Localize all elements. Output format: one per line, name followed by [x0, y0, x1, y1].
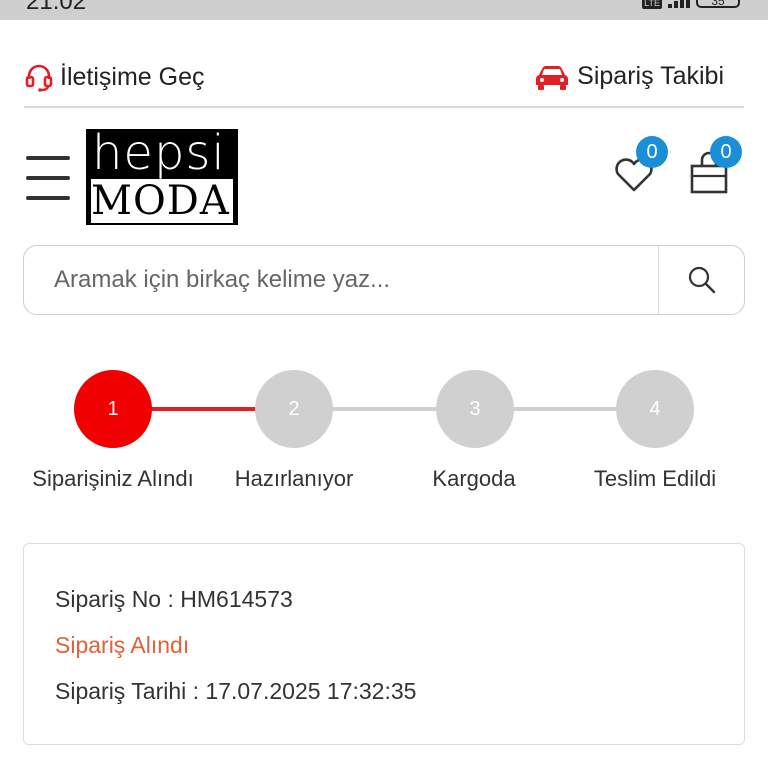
battery-level: 35: [711, 0, 725, 8]
order-status: Sipariş Alındı: [55, 632, 190, 658]
step-connector-3: [512, 407, 618, 411]
search-bar: [23, 245, 745, 315]
battery-icon: 35: [696, 0, 740, 8]
status-time: 21:02: [26, 0, 87, 15]
order-date: Sipariş Tarihi : 17.07.2025 17:32:35: [55, 678, 417, 704]
step-4-label: Teslim Edildi: [593, 466, 717, 491]
favorites-count-badge: 0: [636, 136, 668, 168]
contact-link[interactable]: İletişime Geç: [24, 62, 204, 92]
step-3-circle: 3: [436, 370, 514, 448]
tracking-label: Sipariş Takibi: [577, 62, 724, 90]
contact-label: İletişime Geç: [60, 62, 205, 91]
step-connector-1: [150, 407, 256, 411]
order-summary-card: Sipariş No : HM614573 Sipariş Alındı Sip…: [23, 543, 745, 745]
headset-icon: [25, 64, 53, 92]
step-4-circle: 4: [616, 370, 694, 448]
signal-icon: [668, 0, 690, 8]
search-input[interactable]: [24, 246, 658, 314]
step-1-circle: 1: [74, 370, 152, 448]
top-links-bar: İletişime Geç Sipariş Takibi: [24, 52, 744, 108]
order-number: Sipariş No : HM614573: [55, 586, 293, 612]
search-button[interactable]: [658, 246, 744, 314]
favorites-button[interactable]: 0: [612, 136, 668, 196]
order-tracking-link[interactable]: Sipariş Takibi: [535, 62, 724, 91]
network-type: LTE: [642, 0, 662, 9]
logo-text-bottom: MODA: [91, 179, 233, 223]
logo-text-top: hepsi: [92, 125, 226, 181]
menu-icon[interactable]: [26, 156, 70, 200]
step-connector-2: [331, 407, 437, 411]
status-icons: LTE 35: [642, 0, 740, 9]
cart-count-badge: 0: [710, 136, 742, 168]
logo[interactable]: hepsi MODA: [86, 129, 238, 225]
car-icon: [536, 65, 569, 90]
step-2-circle: 2: [255, 370, 333, 448]
cart-button[interactable]: 0: [688, 136, 742, 196]
status-bar: 21:02 LTE 35: [0, 0, 768, 20]
search-icon: [688, 266, 715, 294]
